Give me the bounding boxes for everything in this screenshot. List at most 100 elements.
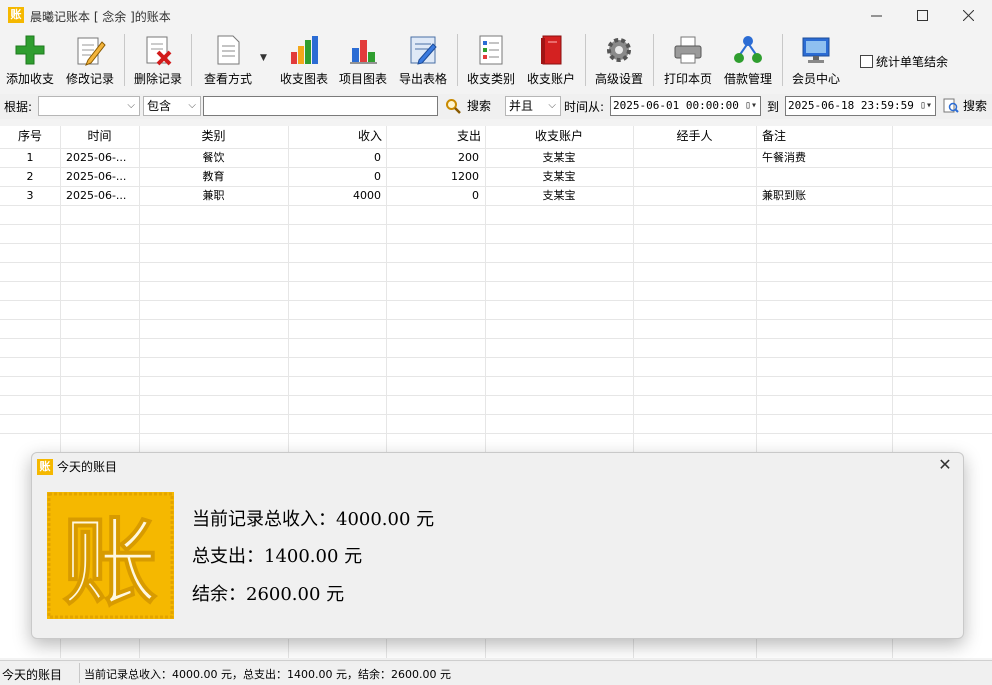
monitor-icon xyxy=(799,33,833,67)
minimize-button[interactable] xyxy=(853,0,899,31)
chevron-down-icon: ⌵ xyxy=(548,100,556,111)
column-header-category[interactable]: 类别 xyxy=(139,126,288,146)
gear-icon xyxy=(602,33,636,67)
column-header-note[interactable]: 备注 xyxy=(762,126,892,146)
row-divider xyxy=(0,338,992,339)
close-icon xyxy=(962,10,974,21)
filter-bar: 根据: ⌵ 包含 ⌵ 搜索 并且 ⌵ 时间从: 2025-06-01 00:00… xyxy=(0,94,992,119)
category-button[interactable]: 收支类别 xyxy=(465,33,517,89)
stat-balance-label: 统计单笔结余 xyxy=(876,55,949,69)
maximize-icon xyxy=(916,10,928,21)
app-icon: 账 xyxy=(8,7,24,23)
balance-text: 结余：2600.00 元 xyxy=(192,584,345,605)
loan-management-label: 借款管理 xyxy=(723,72,772,86)
column-header-income[interactable]: 收入 xyxy=(288,126,382,146)
row-divider xyxy=(0,262,992,263)
ledger-logo-icon: 账 xyxy=(47,492,174,619)
time-from-label: 时间从: xyxy=(564,100,605,114)
cell-time: 2025-06-... xyxy=(66,189,127,202)
cell-time: 2025-06-... xyxy=(66,151,127,164)
column-header-expense[interactable]: 支出 xyxy=(386,126,481,146)
close-button[interactable] xyxy=(945,0,991,31)
toolbar-divider xyxy=(191,34,192,86)
cell-handler xyxy=(633,148,756,167)
logic-select-value: 并且 xyxy=(509,99,534,113)
column-header-handler[interactable]: 经手人 xyxy=(633,126,756,146)
row-divider xyxy=(0,205,992,206)
cell-income: 0 xyxy=(374,170,381,183)
title-bar: 账 晨曦记账本 [ 念余 ]的账本 xyxy=(0,0,992,31)
maximize-button[interactable] xyxy=(899,0,945,31)
delete-record-label: 删除记录 xyxy=(133,72,182,86)
delete-document-icon xyxy=(141,33,175,67)
status-divider xyxy=(79,663,80,683)
date-to-picker[interactable]: 2025-06-18 23:59:59 ▯▾ xyxy=(785,96,936,116)
cell-expense: 200 xyxy=(458,151,479,164)
add-record-button[interactable]: 添加收支 xyxy=(5,33,55,89)
logo-text: 账 xyxy=(62,506,158,619)
cell-note: 兼职到账 xyxy=(762,189,806,202)
column-header-account[interactable]: 收支账户 xyxy=(485,126,633,146)
advanced-settings-button[interactable]: 高级设置 xyxy=(593,33,645,89)
column-header-index[interactable]: 序号 xyxy=(0,126,60,146)
search-button[interactable]: 搜索 xyxy=(445,97,491,114)
edit-record-button[interactable]: 修改记录 xyxy=(65,33,115,89)
cell-expense: 1200 xyxy=(451,170,479,183)
ledger-logo: 账 xyxy=(47,492,174,619)
account-label: 收支账户 xyxy=(526,72,575,86)
red-book-icon xyxy=(534,33,568,67)
calendar-dropdown-icon[interactable]: ▯▾ xyxy=(745,97,757,115)
cell-account: 支某宝 xyxy=(542,189,576,202)
window-title: 晨曦记账本 [ 念余 ]的账本 xyxy=(30,10,171,24)
total-expense-text: 总支出：1400.00 元 xyxy=(192,546,363,567)
dialog-app-icon: 账 xyxy=(37,459,53,475)
search-by-time-button[interactable]: 搜索 xyxy=(943,97,987,114)
add-record-label: 添加收支 xyxy=(5,72,54,86)
delete-record-button[interactable]: 删除记录 xyxy=(133,33,183,89)
dialog-title: 今天的账目 xyxy=(57,460,118,474)
date-to-value: 2025-06-18 23:59:59 xyxy=(788,99,914,112)
income-chart-button[interactable]: 收支图表 xyxy=(276,33,332,89)
export-table-label: 导出表格 xyxy=(398,72,447,86)
cell-time: 2025-06-... xyxy=(66,170,127,183)
calendar-dropdown-icon[interactable]: ▯▾ xyxy=(920,97,932,115)
cell-category: 兼职 xyxy=(202,189,225,202)
view-dropdown-arrow-icon[interactable]: ▼ xyxy=(260,53,267,63)
account-button[interactable]: 收支账户 xyxy=(525,33,577,89)
column-header-time[interactable]: 时间 xyxy=(60,126,139,146)
edit-pencil-icon xyxy=(73,33,107,67)
row-divider xyxy=(0,243,992,244)
export-table-button[interactable]: 导出表格 xyxy=(397,33,449,89)
search-label: 搜索 xyxy=(963,99,988,113)
cell-note: 午餐消费 xyxy=(762,151,806,164)
checklist-icon xyxy=(474,33,508,67)
date-from-value: 2025-06-01 00:00:00 xyxy=(613,99,739,112)
cell-category: 教育 xyxy=(202,170,225,183)
cell-index: 3 xyxy=(26,189,34,202)
date-from-picker[interactable]: 2025-06-01 00:00:00 ▯▾ xyxy=(610,96,761,116)
network-icon xyxy=(731,33,765,67)
print-page-label: 打印本页 xyxy=(663,72,712,86)
row-divider xyxy=(0,224,992,225)
checkbox-box[interactable] xyxy=(860,55,873,68)
print-page-button[interactable]: 打印本页 xyxy=(662,33,714,89)
toolbar-divider xyxy=(585,34,586,86)
keyword-input[interactable] xyxy=(203,96,438,116)
toolbar-divider xyxy=(457,34,458,86)
stat-balance-checkbox[interactable]: 统计单笔结余 xyxy=(860,53,948,70)
income-chart-label: 收支图表 xyxy=(279,72,328,86)
dialog-close-button[interactable]: ✕ xyxy=(935,455,955,474)
search-icon xyxy=(446,98,461,114)
field-select[interactable]: ⌵ xyxy=(38,96,140,116)
cell-index: 1 xyxy=(26,151,34,164)
status-bar: 今天的账目 当前记录总收入：4000.00 元，总支出：1400.00 元，结余… xyxy=(0,660,992,685)
document-list-icon xyxy=(211,33,245,67)
item-chart-button[interactable]: 项目图表 xyxy=(337,33,389,89)
logic-select[interactable]: 并且 ⌵ xyxy=(505,96,561,116)
member-center-button[interactable]: 会员中心 xyxy=(790,33,842,89)
total-income-text: 当前记录总收入：4000.00 元 xyxy=(192,509,435,530)
view-mode-button[interactable]: 查看方式 xyxy=(200,33,256,89)
member-center-label: 会员中心 xyxy=(791,72,840,86)
loan-management-button[interactable]: 借款管理 xyxy=(722,33,774,89)
match-select[interactable]: 包含 ⌵ xyxy=(143,96,201,116)
